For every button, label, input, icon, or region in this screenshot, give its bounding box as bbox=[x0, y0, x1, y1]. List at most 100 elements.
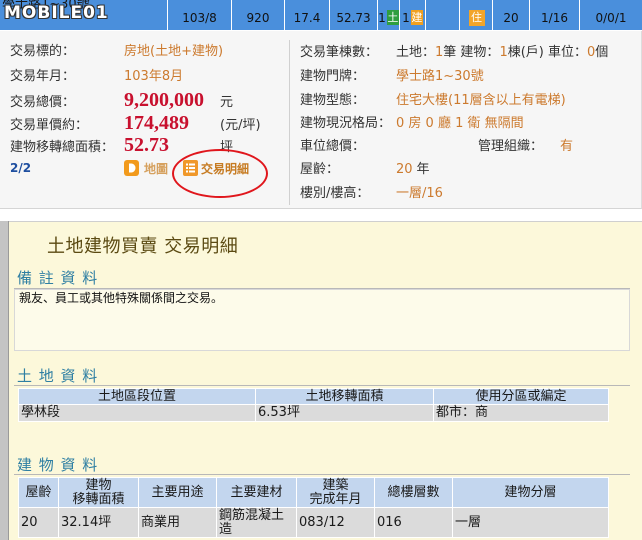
building-header-floors: 總樓層數 bbox=[374, 477, 453, 508]
map-button-label: 地圖 bbox=[144, 161, 169, 176]
building-header-level: 建物分層 bbox=[452, 477, 609, 508]
total-price-label: 交易總價： bbox=[10, 95, 76, 110]
area-label: 建物移轉總面積： bbox=[10, 140, 115, 155]
table-row: 學林段 6.53坪 都市：商 bbox=[18, 404, 609, 422]
summary-area-cell[interactable]: 52.73 bbox=[330, 0, 377, 30]
detail-title: 土地建物買賣 交易明細 bbox=[47, 236, 239, 257]
summary-floor-cell[interactable]: 1/16 bbox=[530, 0, 579, 30]
summary-age: 20 bbox=[503, 10, 519, 25]
land-header-area: 土地移轉面積 bbox=[255, 388, 434, 405]
summary-floor: 1/16 bbox=[541, 10, 568, 25]
overview-parking-price-row: 車位總價： bbox=[300, 138, 396, 156]
building-header-age-text: 屋齡 bbox=[25, 484, 52, 500]
summary-age-cell[interactable]: 20 bbox=[493, 0, 529, 30]
counts-building-value: 1 bbox=[499, 45, 508, 60]
screenshot-root: 學士路1~30號 MOBILE01 103/8 920 17.4 52.73 1… bbox=[0, 0, 642, 540]
overview-address-row: 建物門牌： 學士路1~30號 bbox=[300, 68, 484, 86]
summary-building-count: 1 bbox=[402, 10, 410, 25]
land-heading: 土 地 資 料 bbox=[17, 367, 99, 385]
building-heading-rule bbox=[14, 474, 630, 475]
transaction-detail-panel: 土地建物買賣 交易明細 備 註 資 料 親友、員工或其他特殊關係間之交易。 土 … bbox=[0, 221, 642, 540]
building-header-completed-line2: 完成年月 bbox=[309, 491, 362, 507]
parking-price-label: 車位總價： bbox=[300, 139, 366, 154]
counts-parking-unit: 個 bbox=[595, 45, 609, 60]
residential-badge: 住 bbox=[468, 9, 485, 26]
overview-type-row: 建物型態： 住宅大樓(11層含以上有電梯) bbox=[300, 92, 566, 110]
management-label: 管理組織： bbox=[478, 139, 544, 154]
land-area-cell: 6.53坪 bbox=[255, 404, 434, 422]
summary-land-cell[interactable]: 1土 bbox=[378, 0, 399, 30]
land-heading-rule bbox=[14, 385, 630, 386]
summary-area: 52.73 bbox=[336, 10, 371, 25]
age-value: 20 bbox=[396, 162, 413, 177]
summary-date-cell[interactable]: 103/8 bbox=[168, 0, 231, 30]
building-level-cell: 一層 bbox=[452, 507, 609, 538]
building-heading: 建 物 資 料 bbox=[17, 456, 99, 474]
total-price-value: 9,200,000 bbox=[124, 89, 204, 111]
summary-unit-price: 17.4 bbox=[293, 10, 321, 25]
building-header-completed-line1: 建築 bbox=[322, 477, 349, 493]
map-button[interactable]: 地圖 bbox=[124, 160, 168, 176]
land-header-zoning: 使用分區或編定 bbox=[433, 388, 609, 405]
unit-price-value: 174,489 bbox=[124, 112, 189, 134]
address-label: 建物門牌： bbox=[300, 69, 366, 84]
summary-use-cell[interactable]: 住 bbox=[460, 0, 492, 30]
summary-address-cell[interactable]: 學士路1~30號 MOBILE01 bbox=[0, 0, 167, 30]
building-header-use: 主要用途 bbox=[138, 477, 217, 508]
land-zoning-cell: 都市：商 bbox=[433, 404, 609, 422]
overview-layout-row: 建物現況格局： 0 房 0 廳 1 衛 無隔間 bbox=[300, 115, 524, 133]
summary-unit-price-cell[interactable]: 17.4 bbox=[285, 0, 329, 30]
annotation-circle bbox=[172, 149, 268, 198]
land-header-section: 土地區段位置 bbox=[18, 388, 256, 405]
counts-building-text: 筆 建物： bbox=[443, 45, 500, 60]
counts-land-text: 土地： bbox=[396, 45, 436, 60]
column-divider bbox=[289, 40, 290, 205]
overview-age-row: 屋齡： 20 年 bbox=[300, 161, 430, 179]
counts-parking-text: 棟(戶) 車位： bbox=[507, 45, 587, 60]
overview-floor-row: 樓別/樓高： 一層/16 bbox=[300, 185, 443, 203]
unit-price-unit: (元/坪) bbox=[220, 118, 261, 133]
map-icon bbox=[124, 160, 139, 176]
date-value: 103年8月 bbox=[124, 69, 184, 84]
building-header-completed: 建築 完成年月 bbox=[296, 477, 375, 508]
age-unit: 年 bbox=[416, 162, 430, 177]
remarks-text: 親友、員工或其他特殊關係間之交易。 bbox=[19, 291, 224, 305]
target-label: 交易標的： bbox=[10, 44, 76, 59]
overview-total-price-row: 交易總價： 9,200,000 元 bbox=[10, 89, 233, 111]
layout-value: 0 房 0 廳 1 衛 無隔間 bbox=[396, 116, 524, 131]
layout-label: 建物現況格局： bbox=[300, 116, 392, 131]
date-label: 交易年月： bbox=[10, 69, 76, 84]
overview-unit-price-row: 交易單價約： 174,489 (元/坪) bbox=[10, 112, 261, 134]
land-table: 土地區段位置 土地移轉面積 使用分區或編定 學林段 6.53坪 都市：商 bbox=[18, 388, 609, 422]
building-header-material: 主要建材 bbox=[216, 477, 297, 508]
summary-total-price-cell[interactable]: 920 bbox=[232, 0, 284, 30]
management-value: 有 bbox=[560, 139, 574, 154]
building-badge: 建 bbox=[410, 10, 423, 25]
building-header-use-text: 主要用途 bbox=[151, 484, 204, 500]
transaction-overview-panel: 交易標的： 房地(土地+建物) 交易年月： 103年8月 交易總價： 9,200,00… bbox=[0, 31, 642, 209]
land-table-header: 土地區段位置 土地移轉面積 使用分區或編定 bbox=[18, 388, 609, 405]
summary-total-price: 920 bbox=[246, 10, 270, 25]
total-price-unit: 元 bbox=[220, 95, 234, 110]
building-area-cell: 32.14坪 bbox=[58, 507, 139, 538]
table-row: 20 32.14坪 商業用 鋼筋混凝土造 083/12 016 一層 bbox=[18, 507, 609, 538]
age-label: 屋齡： bbox=[300, 162, 340, 177]
address-value: 學士路1~30號 bbox=[396, 69, 484, 84]
page-indicator: 2/2 bbox=[10, 161, 32, 175]
overview-management-row: 管理組織： 有 bbox=[478, 138, 573, 156]
transaction-summary-row[interactable]: 學士路1~30號 MOBILE01 103/8 920 17.4 52.73 1… bbox=[0, 0, 642, 30]
counts-label: 交易筆棟數： bbox=[300, 45, 379, 60]
summary-building-cell[interactable]: 1建 bbox=[400, 0, 425, 30]
summary-layout: 0/0/1 bbox=[595, 10, 627, 25]
building-header-level-text: 建物分層 bbox=[504, 484, 557, 500]
building-header-material-text: 主要建材 bbox=[230, 484, 283, 500]
summary-parking-cell[interactable] bbox=[426, 0, 459, 30]
land-badge: 土 bbox=[386, 10, 399, 25]
summary-date: 103/8 bbox=[182, 10, 217, 25]
building-floors-cell: 016 bbox=[374, 507, 453, 538]
building-table: 屋齡 建物 移轉面積 主要用途 主要建材 建築 完成年月 總樓層數 建物分層 20 … bbox=[18, 477, 609, 538]
building-type-value: 住宅大樓(11層含以上有電梯) bbox=[396, 93, 566, 108]
summary-layout-cell[interactable]: 0/0/1 bbox=[580, 0, 642, 30]
floor-label: 樓別/樓高： bbox=[300, 186, 370, 201]
remarks-box: 親友、員工或其他特殊關係間之交易。 bbox=[14, 289, 630, 351]
